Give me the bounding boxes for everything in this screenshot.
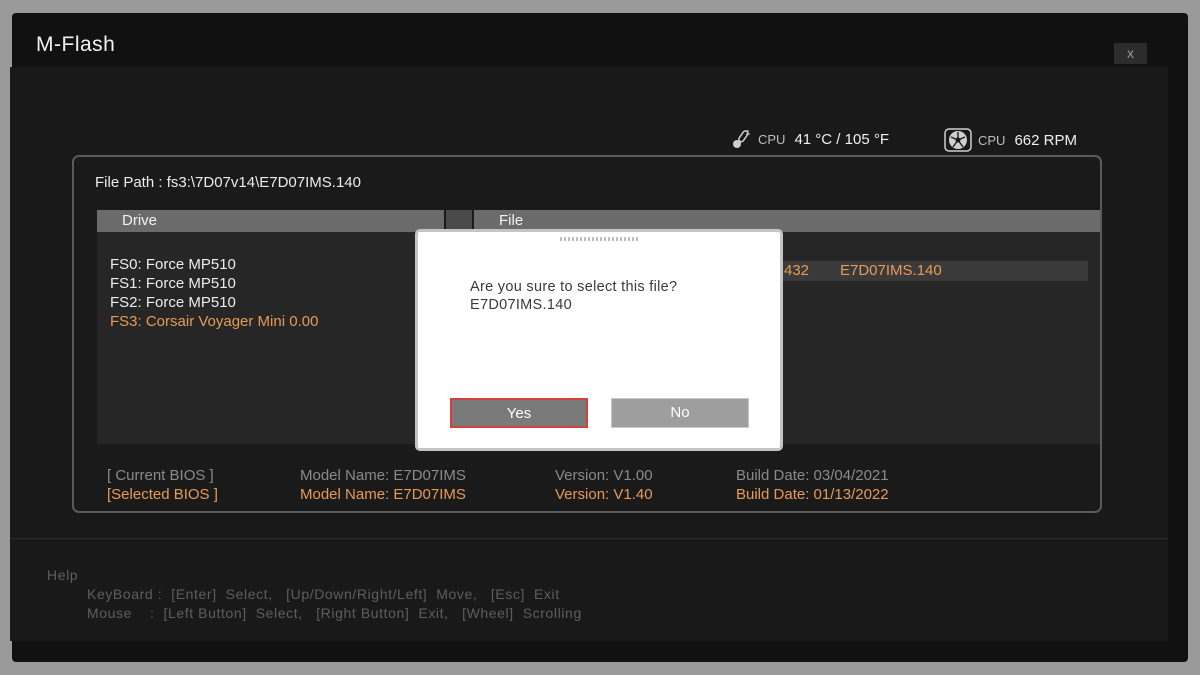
thermometer-icon (730, 128, 752, 150)
cpu-temperature: CPU 41 °C / 105 °F (730, 128, 889, 150)
selected-bios-model: Model Name: E7D07IMS (300, 486, 466, 503)
cpu-fan-label: CPU (978, 132, 1006, 148)
current-bios-build-date: Build Date: 03/04/2021 (736, 467, 889, 484)
dialog-question: Are you sure to select this file? (470, 279, 678, 295)
cpu-temp-value: 41 °C / 105 °F (794, 130, 889, 148)
drive-item-fs0[interactable]: FS0: Force MP510 (110, 256, 236, 273)
dialog-message: Are you sure to select this file? E7D07I… (470, 278, 677, 314)
file-name[interactable]: E7D07IMS.140 (840, 262, 942, 279)
selected-bios-version: Version: V1.40 (555, 486, 653, 503)
file-size: 432 (784, 262, 810, 279)
help-title: Help (47, 567, 79, 583)
dialog-drag-handle[interactable] (560, 237, 640, 241)
app-title: M-Flash (36, 33, 116, 56)
drive-header: Drive (97, 210, 444, 232)
drive-item-fs2[interactable]: FS2: Force MP510 (110, 294, 236, 311)
current-bios-label: [ Current BIOS ] (107, 467, 214, 484)
drive-item-fs1[interactable]: FS1: Force MP510 (110, 275, 236, 292)
cpu-fan-value: 662 RPM (1014, 131, 1077, 149)
current-bios-model: Model Name: E7D07IMS (300, 467, 466, 484)
cpu-temp-label: CPU (758, 131, 786, 147)
file-path: File Path : fs3:\7D07v14\E7D07IMS.140 (95, 174, 361, 191)
current-bios-version: Version: V1.00 (555, 467, 653, 484)
drive-item-fs3[interactable]: FS3: Corsair Voyager Mini 0.00 (110, 313, 318, 330)
cpu-fan-speed: CPU 662 RPM (944, 128, 1077, 152)
yes-button[interactable]: Yes (450, 398, 588, 428)
fan-icon (944, 128, 972, 152)
close-button[interactable]: x (1114, 43, 1147, 64)
confirm-dialog: Are you sure to select this file? E7D07I… (415, 229, 783, 451)
selected-bios-label: [Selected BIOS ] (107, 486, 218, 503)
dialog-filename: E7D07IMS.140 (470, 297, 572, 313)
no-button[interactable]: No (611, 398, 749, 428)
help-keyboard: KeyBoard : [Enter] Select, [Up/Down/Righ… (87, 586, 560, 602)
help-separator (10, 538, 1168, 539)
selected-bios-build-date: Build Date: 01/13/2022 (736, 486, 889, 503)
help-mouse: Mouse : [Left Button] Select, [Right But… (87, 605, 582, 621)
